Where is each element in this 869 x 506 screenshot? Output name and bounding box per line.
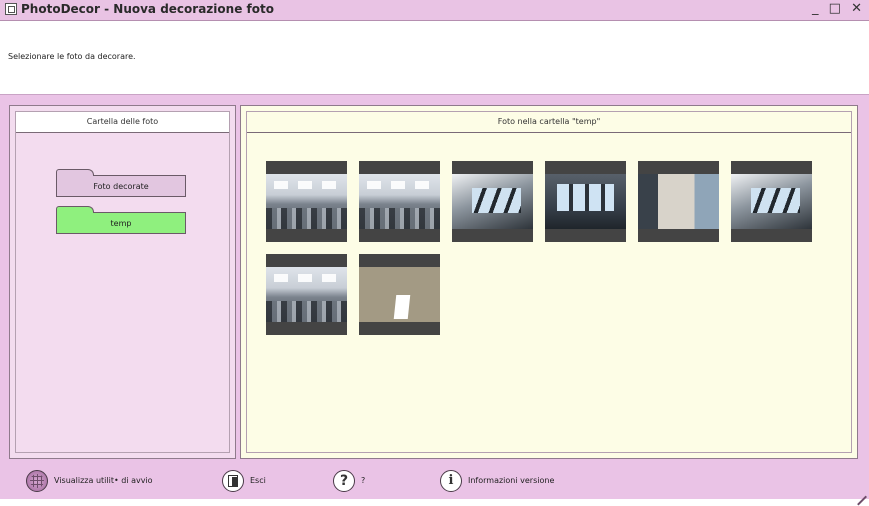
main-area: Cartella delle foto Foto decorate temp F… (0, 94, 869, 499)
folder-tab (56, 206, 94, 213)
folder-label: Foto decorate (93, 182, 149, 191)
title-bar[interactable]: PhotoDecor - Nuova decorazione foto _ □ … (0, 0, 869, 21)
folders-panel-inner: Cartella delle foto (15, 111, 230, 453)
window-controls: _ □ ✕ (812, 1, 865, 16)
photo-thumbnail-6[interactable] (731, 161, 812, 242)
photo-image (266, 174, 347, 229)
photo-thumbnail-4[interactable] (545, 161, 626, 242)
photo-thumbnail-3[interactable] (452, 161, 533, 242)
photo-image (638, 174, 719, 229)
startup-utility-label: Visualizza utilit• di avvio (54, 476, 153, 485)
instruction-band: Selezionare le foto da decorare. (0, 21, 869, 94)
folder-temp[interactable]: temp (56, 206, 186, 234)
info-icon: i (440, 470, 462, 492)
photo-image (731, 174, 812, 229)
folders-panel-header: Cartella delle foto (16, 112, 229, 133)
folders-panel: Cartella delle foto Foto decorate temp (9, 105, 236, 459)
window-title: PhotoDecor - Nuova decorazione foto (21, 2, 274, 16)
photo-thumbnail-5[interactable] (638, 161, 719, 242)
photo-image (359, 267, 440, 322)
folder-foto-decorate[interactable]: Foto decorate (56, 169, 186, 197)
help-label: ? (361, 476, 366, 485)
resize-grip[interactable] (855, 485, 867, 497)
photo-thumbnail-2[interactable] (359, 161, 440, 242)
photo-thumbnail-8[interactable] (359, 254, 440, 335)
instruction-text: Selezionare le foto da decorare. (8, 52, 136, 61)
photos-panel: Foto nella cartella "temp" (240, 105, 858, 459)
maximize-button[interactable]: □ (829, 1, 844, 16)
folder-tab (56, 169, 94, 176)
door-exit-icon (222, 470, 244, 492)
close-button[interactable]: ✕ (851, 1, 865, 16)
photo-thumbnail-7[interactable] (266, 254, 347, 335)
app-icon (5, 3, 17, 15)
photos-panel-header: Foto nella cartella "temp" (247, 112, 851, 133)
version-info-label: Informazioni versione (468, 476, 555, 485)
minimize-button[interactable]: _ (812, 1, 822, 16)
photo-image (545, 174, 626, 229)
photo-image (452, 174, 533, 229)
photo-thumbnail-1[interactable] (266, 161, 347, 242)
question-mark-icon: ? (333, 470, 355, 492)
globe-icon (26, 470, 48, 492)
photo-image (266, 267, 347, 322)
exit-label: Esci (250, 476, 266, 485)
photo-image (359, 174, 440, 229)
folder-label: temp (110, 219, 132, 228)
